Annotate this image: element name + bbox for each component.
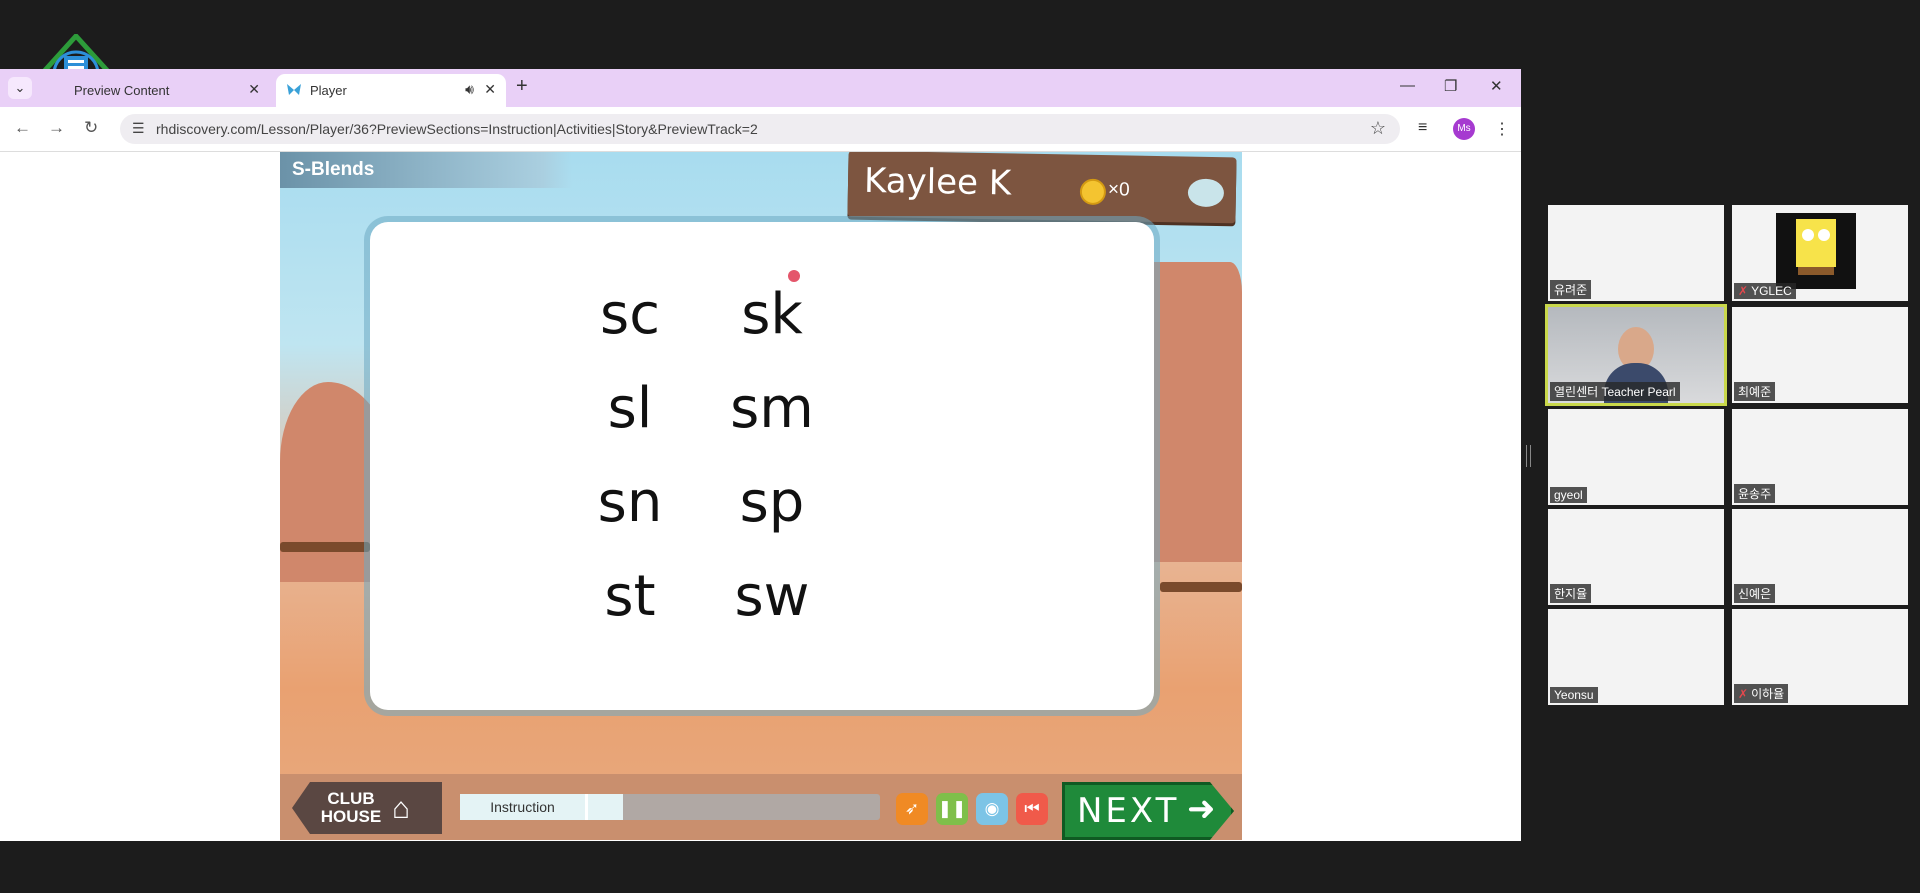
player-controls-bar: CLUB HOUSE ⌂ Instruction ➶ ❚❚ ◉ ⏮︎ NEXT … [280, 774, 1242, 840]
next-label: NEXT [1077, 791, 1180, 831]
participant-tile[interactable]: 열린센터 Teacher Pearl [1545, 304, 1727, 406]
participant-tile[interactable]: 신예은 [1732, 509, 1908, 605]
lesson-progress-bar[interactable]: Instruction [460, 794, 880, 820]
profile-avatar[interactable]: Ms [1453, 118, 1475, 140]
close-window-icon[interactable]: ✕ [1490, 77, 1503, 95]
arrow-right-icon: ➜ [1187, 790, 1216, 828]
minimize-icon[interactable]: — [1400, 77, 1415, 94]
participant-name: 신예은 [1734, 584, 1776, 603]
tab-strip: ⌄ Preview Content ✕ Player 🔊︎ ✕ + — ❐ ✕ [0, 69, 1521, 107]
participant-name: 최예준 [1734, 382, 1776, 401]
student-name-sign: Kaylee K ×0 [847, 152, 1237, 224]
tab-player[interactable]: Player 🔊︎ ✕ [276, 74, 506, 107]
menu-kebab-icon[interactable]: ⋮ [1494, 119, 1510, 139]
mic-off-icon: ✗ [1738, 284, 1749, 298]
mic-off-icon: ✗ [1738, 687, 1749, 701]
participant-name-label: ✗ 이하율 [1734, 684, 1789, 703]
blend-word[interactable]: sl [570, 376, 690, 441]
blend-word[interactable]: sw [712, 564, 832, 629]
participant-tile[interactable]: ✗ 이하율 [1732, 609, 1908, 705]
participant-name: 윤송주 [1734, 484, 1776, 503]
browser-window: ⌄ Preview Content ✕ Player 🔊︎ ✕ + — ❐ ✕ … [0, 69, 1521, 841]
student-name: Kaylee K [863, 160, 1012, 204]
blends-card: sc sk sl sm sn sp st sw [370, 222, 1154, 710]
participant-name: YGLEC [1751, 284, 1792, 298]
restore-icon[interactable]: ❐ [1444, 77, 1457, 95]
participant-tile[interactable]: gyeol [1548, 409, 1724, 505]
participant-name: 열린센터 Teacher Pearl [1550, 382, 1680, 401]
restart-icon[interactable]: ⏮︎ [1016, 793, 1048, 825]
participant-tile[interactable]: Yeonsu [1548, 609, 1724, 705]
participant-name: 한지율 [1550, 584, 1592, 603]
coin-count: ×0 [1107, 179, 1130, 201]
speaker-icon[interactable]: 🔊︎ [465, 81, 474, 98]
participant-name-label: ✗ YGLEC [1734, 283, 1796, 299]
url-text: rhdiscovery.com/Lesson/Player/36?Preview… [156, 121, 758, 137]
site-info-icon[interactable]: ☰ [132, 120, 145, 137]
participant-tile[interactable]: 유려준 [1548, 205, 1724, 301]
blend-word[interactable]: st [570, 564, 690, 629]
club-house-button[interactable]: CLUB HOUSE ⌂ [292, 782, 442, 834]
panel-resize-handle[interactable] [1526, 445, 1531, 467]
tab-close-icon[interactable]: ✕ [248, 81, 260, 98]
lesson-player: S-Blends Kaylee K ×0 sc sk sl sm sn sp s… [280, 152, 1242, 840]
participant-name: 이하율 [1751, 687, 1785, 701]
blend-word[interactable]: sk [712, 282, 832, 347]
reload-icon[interactable]: ↻ [84, 118, 98, 138]
progress-label: Instruction [460, 794, 588, 820]
participant-name: gyeol [1550, 487, 1587, 503]
blend-word[interactable]: sp [712, 470, 832, 535]
participant-tile[interactable]: ✗ YGLEC [1732, 205, 1908, 301]
address-bar[interactable]: ☰ rhdiscovery.com/Lesson/Player/36?Previ… [120, 114, 1400, 144]
blend-word[interactable]: sm [712, 376, 832, 441]
media-control-icon[interactable]: ≡ [1418, 119, 1427, 137]
browser-toolbar: ← → ↻ ☰ rhdiscovery.com/Lesson/Player/36… [0, 107, 1521, 152]
forward-icon[interactable]: → [48, 118, 65, 138]
cursor-pointer [788, 270, 800, 282]
club-house-label: CLUB HOUSE [320, 789, 382, 826]
fence-rail [1160, 582, 1242, 592]
lesson-title: S-Blends [280, 152, 572, 188]
tab-close-icon[interactable]: ✕ [484, 81, 496, 98]
tab-search-button[interactable]: ⌄ [8, 77, 32, 99]
pause-icon[interactable]: ❚❚ [936, 793, 968, 825]
progress-fill [588, 794, 623, 820]
tab-title: Player [310, 83, 347, 98]
blend-word[interactable]: sc [570, 282, 690, 347]
coin-icon [1079, 178, 1107, 206]
participant-tile[interactable]: 윤송주 [1732, 409, 1908, 505]
house-icon[interactable] [1187, 178, 1225, 208]
participant-tile[interactable]: 최예준 [1732, 307, 1908, 403]
new-tab-button[interactable]: + [516, 75, 528, 98]
tab-preview-content[interactable]: Preview Content ✕ [40, 74, 270, 107]
bookmark-star-icon[interactable]: ☆ [1370, 118, 1386, 139]
participant-name: Yeonsu [1550, 687, 1598, 703]
butterfly-favicon-icon [287, 84, 301, 95]
next-button[interactable]: NEXT ➜ [1062, 782, 1234, 840]
fence-rail [280, 542, 370, 552]
blend-word[interactable]: sn [570, 470, 690, 535]
spongebob-avatar-icon [1776, 213, 1856, 289]
back-icon[interactable]: ← [14, 118, 31, 138]
home-arrow-icon: ⌂ [392, 792, 411, 825]
participant-name: 유려준 [1550, 280, 1592, 299]
audio-icon[interactable]: ◉ [976, 793, 1008, 825]
tab-title: Preview Content [74, 83, 170, 98]
participant-tile[interactable]: 한지율 [1548, 509, 1724, 605]
skip-icon[interactable]: ➶ [896, 793, 928, 825]
